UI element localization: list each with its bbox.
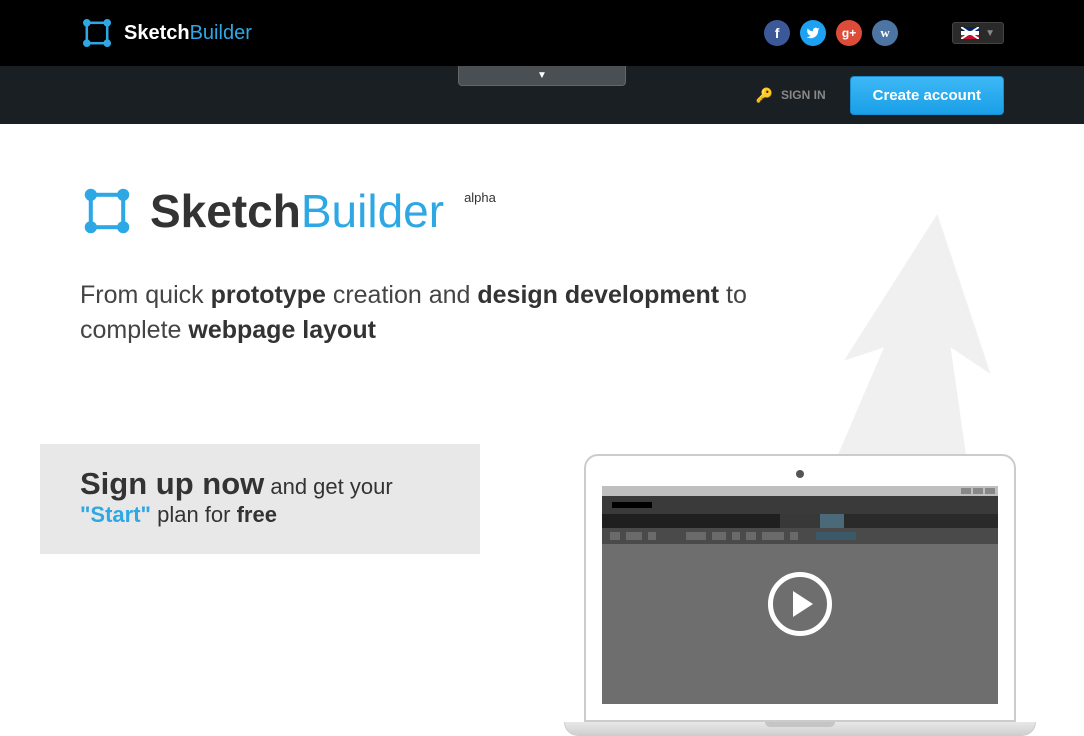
top-header: SketchBuilder f g+ w ▼	[0, 0, 1084, 66]
signup-subline: "Start" plan for free	[80, 502, 440, 528]
app-toolbar	[602, 528, 998, 544]
googleplus-icon[interactable]: g+	[836, 20, 862, 46]
brand-part1: Sketch	[124, 22, 190, 44]
signin-link[interactable]: 🔑 SIGN IN	[756, 87, 826, 104]
brand-logo-small[interactable]: SketchBuilder	[80, 16, 252, 50]
window-controls	[602, 486, 998, 496]
sketch-logo-icon	[80, 184, 134, 238]
create-account-button[interactable]: Create account	[850, 76, 1004, 115]
tagline-text: From quick	[80, 281, 211, 309]
chevron-down-icon: ▼	[985, 28, 995, 39]
free-label: free	[237, 502, 277, 527]
signup-promo-box: Sign up now and get your "Start" plan fo…	[40, 444, 480, 554]
video-preview[interactable]	[602, 486, 998, 704]
tagline-bold: prototype	[211, 281, 326, 309]
key-icon: 🔑	[756, 87, 773, 104]
vk-icon[interactable]: w	[872, 20, 898, 46]
play-icon	[793, 591, 813, 617]
maximize-icon	[973, 488, 983, 494]
tagline-bold: webpage layout	[188, 316, 376, 344]
minimize-icon	[961, 488, 971, 494]
brand-logo-large: SketchBuilder alpha	[80, 184, 1004, 238]
play-button[interactable]	[768, 572, 832, 636]
laptop-screen	[584, 454, 1016, 722]
plan-name: "Start"	[80, 502, 151, 527]
sub-header: ▼ 🔑 SIGN IN Create account	[0, 66, 1084, 124]
twitter-icon[interactable]	[800, 20, 826, 46]
tagline: From quick prototype creation and design…	[80, 278, 830, 348]
brand-part2: Builder	[301, 185, 444, 237]
twitter-bird-icon	[806, 26, 820, 40]
brand-part2: Builder	[190, 22, 252, 44]
alpha-badge: alpha	[464, 190, 496, 205]
signup-headline-bold: Sign up now	[80, 466, 264, 501]
header-right: f g+ w ▼	[764, 20, 1004, 46]
tagline-text: creation and	[326, 281, 478, 309]
uk-flag-icon	[961, 27, 979, 39]
brand-part1: Sketch	[150, 185, 301, 237]
hero-section: SketchBuilder alpha From quick prototype…	[0, 124, 1084, 554]
facebook-icon[interactable]: f	[764, 20, 790, 46]
language-selector[interactable]: ▼	[952, 22, 1004, 44]
social-links: f g+ w	[764, 20, 898, 46]
sketch-logo-icon	[80, 16, 114, 50]
brand-name: SketchBuilder	[124, 22, 252, 45]
signup-headline-tail: and get your	[264, 474, 392, 499]
webcam-icon	[796, 470, 804, 478]
dropdown-handle[interactable]: ▼	[458, 66, 626, 86]
browser-tabs	[602, 514, 998, 528]
laptop-mockup	[584, 454, 1016, 736]
brand-name-large: SketchBuilder	[150, 184, 444, 238]
tagline-bold: design development	[477, 281, 719, 309]
laptop-base	[564, 722, 1036, 736]
signup-headline: Sign up now and get your	[80, 466, 440, 502]
chevron-down-icon: ▼	[537, 70, 547, 81]
signin-label: SIGN IN	[781, 88, 826, 102]
url-bar	[602, 496, 998, 514]
close-icon	[985, 488, 995, 494]
plan-tail: plan for	[151, 502, 237, 527]
